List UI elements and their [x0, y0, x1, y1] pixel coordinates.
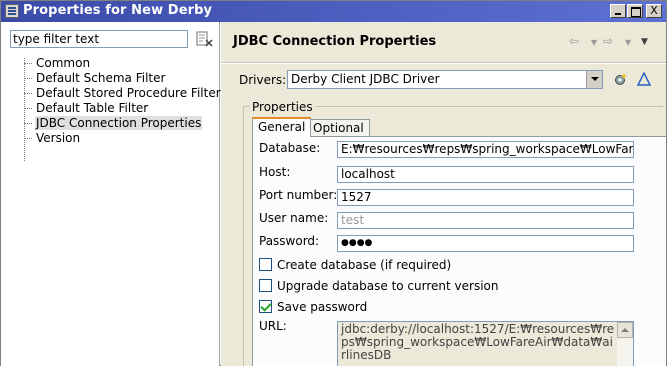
scroll-up-icon[interactable]: [617, 322, 633, 338]
upgrade-database-option[interactable]: Upgrade database to current version: [259, 279, 498, 293]
preference-tree: Common Default Schema Filter Default Sto…: [21, 56, 222, 146]
header-divider: [221, 62, 666, 64]
window-title: Properties for New Derby: [23, 3, 213, 18]
host-field[interactable]: localhost: [337, 166, 634, 183]
port-label: Port number:: [259, 188, 338, 202]
clear-filter-icon[interactable]: [196, 31, 214, 47]
host-label: Host:: [259, 165, 291, 179]
drivers-label: Drivers:: [239, 73, 287, 87]
url-label: URL:: [259, 319, 287, 333]
create-database-label: Create database (if required): [277, 258, 452, 272]
back-arrow-icon[interactable]: ⇦: [569, 34, 579, 48]
title-bar[interactable]: Properties for New Derby X: [1, 1, 666, 22]
page-title: JDBC Connection Properties: [233, 34, 437, 49]
maximize-button[interactable]: [627, 4, 643, 18]
username-label: User name:: [259, 211, 329, 225]
url-field[interactable]: jdbc:derby://localhost:1527/E:₩resources…: [337, 321, 634, 366]
drivers-select[interactable]: Derby Client JDBC Driver: [287, 70, 603, 89]
password-label: Password:: [259, 234, 320, 248]
edit-driver-icon[interactable]: [637, 72, 651, 86]
password-field[interactable]: ●●●●: [337, 235, 634, 252]
create-database-checkbox[interactable]: [259, 258, 272, 271]
filter-input[interactable]: [10, 30, 188, 48]
view-menu-icon[interactable]: ▼: [641, 37, 648, 47]
properties-dialog: Properties for New Derby X Common Defaul…: [0, 0, 667, 366]
preference-tree-pane: Common Default Schema Filter Default Sto…: [1, 22, 222, 366]
window-app-icon: [5, 4, 19, 18]
save-password-label: Save password: [277, 300, 368, 314]
save-password-checkbox[interactable]: [259, 300, 272, 313]
forward-dropdown-icon[interactable]: ▼: [625, 38, 631, 47]
database-field[interactable]: E:₩resources₩reps₩spring_workspace₩LowFa…: [337, 141, 634, 158]
chevron-down-icon[interactable]: [586, 71, 602, 88]
upgrade-database-label: Upgrade database to current version: [277, 279, 499, 293]
tree-item-default-schema-filter[interactable]: Default Schema Filter: [21, 71, 222, 86]
database-label: Database:: [259, 141, 321, 155]
drivers-select-value: Derby Client JDBC Driver: [291, 72, 440, 86]
tab-optional[interactable]: Optional: [307, 119, 370, 137]
back-dropdown-icon[interactable]: ▼: [591, 38, 597, 47]
upgrade-database-checkbox[interactable]: [259, 279, 272, 292]
port-field[interactable]: 1527: [337, 189, 634, 206]
tree-item-version[interactable]: Version: [21, 131, 222, 146]
tree-item-default-stored-procedure-filter[interactable]: Default Stored Procedure Filter: [21, 86, 222, 101]
properties-page: JDBC Connection Properties ⇦ ▼ ⇨ ▼ ▼ Dri…: [221, 22, 666, 366]
forward-arrow-icon[interactable]: ⇨: [603, 34, 613, 48]
minimize-button[interactable]: [610, 4, 626, 18]
new-driver-icon[interactable]: [614, 72, 628, 86]
create-database-option[interactable]: Create database (if required): [259, 258, 451, 272]
url-scrollbar[interactable]: [617, 322, 633, 366]
tab-general[interactable]: General: [252, 117, 312, 137]
tree-item-jdbc-connection-properties[interactable]: JDBC Connection Properties: [21, 116, 222, 131]
page-header: JDBC Connection Properties ⇦ ▼ ⇨ ▼ ▼: [221, 22, 666, 62]
save-password-option[interactable]: Save password: [259, 300, 367, 314]
tree-item-common[interactable]: Common: [21, 56, 222, 71]
username-field[interactable]: test: [337, 212, 634, 229]
properties-group-label: Properties: [250, 100, 315, 114]
tree-item-default-table-filter[interactable]: Default Table Filter: [21, 101, 222, 116]
close-button[interactable]: X: [646, 4, 662, 18]
